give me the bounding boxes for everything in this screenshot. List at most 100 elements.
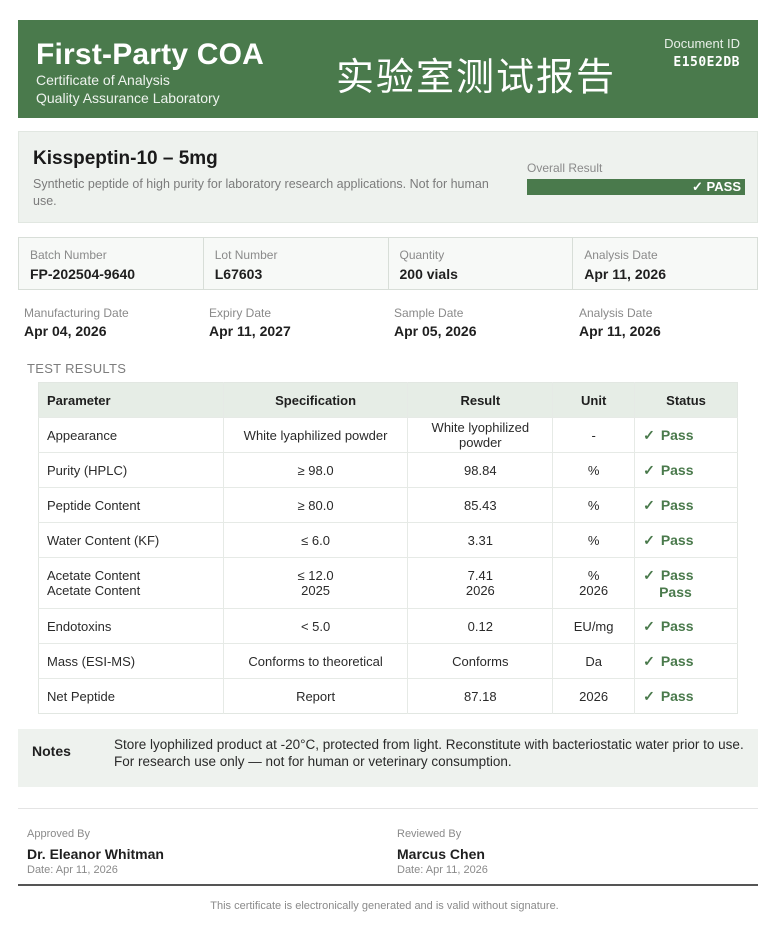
parameter-cell: Acetate Content Acetate Content <box>38 557 224 609</box>
unit-cell: - <box>552 417 636 453</box>
document-id: E150E2DB <box>673 55 740 70</box>
pass-status: ✓ Pass <box>643 653 693 669</box>
batch-info-grid: Batch Number FP-202504-9640 Lot Number L… <box>18 237 758 290</box>
table-row: Mass (ESI-MS) Conforms to theoretical Co… <box>38 643 738 679</box>
status-cell: ✓ Pass <box>634 417 738 453</box>
expiry-date-value: Apr 11, 2027 <box>209 323 291 339</box>
chinese-title: 实验室测试报告 <box>336 55 617 99</box>
check-icon: ✓ <box>643 687 655 704</box>
review-date: Date: Apr 11, 2026 <box>397 864 488 876</box>
table-row: Acetate Content Acetate Content ≤ 12.0 2… <box>38 557 738 609</box>
footer-note: This certificate is electronically gener… <box>210 900 559 912</box>
specification-cell: ≤ 12.0 2025 <box>223 557 409 609</box>
result-cell: White lyophilized powder <box>407 417 554 453</box>
product-name: Kisspeptin-10 – 5mg <box>33 148 218 169</box>
check-icon: ✓ <box>643 461 655 478</box>
manufacturing-date-cell: Manufacturing Date Apr 04, 2026 <box>18 300 203 346</box>
status-cell: ✓ Pass <box>634 487 738 523</box>
table-row: Appearance White lyaphilized powder Whit… <box>38 417 738 453</box>
pass-status: ✓ Pass <box>643 688 693 704</box>
brand-subtitle: Certificate of Analysis <box>36 72 170 88</box>
unit-cell: 2026 <box>552 678 636 714</box>
specification-cell: Conforms to theoretical <box>223 643 409 679</box>
pass-status-2: Pass <box>659 583 692 600</box>
analysis-date-value: Apr 11, 2026 <box>584 266 666 282</box>
manufacturing-date-value: Apr 04, 2026 <box>24 323 107 339</box>
result-cell: 98.84 <box>407 452 554 488</box>
quantity-value: 200 vials <box>399 266 458 282</box>
expiry-date-cell: Expiry Date Apr 11, 2027 <box>203 300 388 346</box>
result-cell: Conforms <box>407 643 554 679</box>
unit-line-2: 2026 <box>579 583 609 598</box>
footer-rule <box>18 884 758 886</box>
status-text: Pass <box>660 531 694 548</box>
sample-date-label: Sample Date <box>394 306 464 320</box>
expiry-date-label: Expiry Date <box>209 306 272 320</box>
notes-title: Notes <box>32 743 71 759</box>
unit-cell: % <box>552 452 636 488</box>
parameter-cell: Peptide Content <box>38 487 224 523</box>
coa-header: First-Party COA Certificate of Analysis … <box>18 20 758 118</box>
specification-cell: ≥ 98.0 <box>223 452 409 488</box>
lot-number-value: L67603 <box>214 266 263 282</box>
dates-row: Manufacturing Date Apr 04, 2026 Expiry D… <box>18 300 758 346</box>
status-text: Pass <box>660 426 694 443</box>
pass-status: ✓ Pass <box>643 462 693 478</box>
check-icon: ✓ <box>643 652 655 669</box>
parameter-cell: Purity (HPLC) <box>38 452 224 488</box>
analysis-date-label: Analysis Date <box>584 248 658 262</box>
unit-cell: EU/mg <box>552 608 636 644</box>
brand-title: First-Party COA <box>36 38 265 71</box>
pass-status: ✓ Pass <box>643 532 693 548</box>
status-text: Pass <box>660 566 694 583</box>
specification-cell: ≥ 80.0 <box>223 487 409 523</box>
table-row: Water Content (KF) ≤ 6.0 3.31 % ✓ Pass <box>38 522 738 558</box>
overall-result-label: Overall Result <box>527 161 603 175</box>
specification-line-1: ≤ 12.0 <box>297 568 334 583</box>
status-text: Pass <box>660 652 694 669</box>
test-results-title: TEST RESULTS <box>27 361 127 376</box>
analysis-date-cell: Analysis Date Apr 11, 2026 <box>573 238 757 289</box>
specification-cell: < 5.0 <box>223 608 409 644</box>
table-header-row: Parameter Specification Result Unit Stat… <box>38 382 738 418</box>
quantity-cell: Quantity 200 vials <box>389 238 574 289</box>
manufacturing-date-label: Manufacturing Date <box>24 306 129 320</box>
check-icon: ✓ <box>643 531 655 548</box>
status-text: Pass <box>660 496 694 513</box>
pass-status: ✓ Pass <box>643 497 693 513</box>
notes-box: Notes Store lyophilized product at -20°C… <box>18 729 758 787</box>
result-cell: 87.18 <box>407 678 554 714</box>
result-cell: 3.31 <box>407 522 554 558</box>
unit-cell: % <box>552 487 636 523</box>
batch-number-cell: Batch Number FP-202504-9640 <box>19 238 204 289</box>
sample-date-value: Apr 05, 2026 <box>394 323 477 339</box>
analysis-date-label-2: Analysis Date <box>579 306 653 320</box>
check-icon: ✓ <box>643 566 655 583</box>
quantity-label: Quantity <box>399 248 445 262</box>
reviewed-by-label: Reviewed By <box>397 828 462 840</box>
batch-number-label: Batch Number <box>30 248 107 262</box>
parameter-cell: Appearance <box>38 417 224 453</box>
specification-cell: Report <box>223 678 409 714</box>
status-cell: ✓ Pass Pass <box>634 557 738 609</box>
header-parameter: Parameter <box>38 382 224 418</box>
check-icon: ✓ <box>643 496 655 513</box>
sample-date-cell: Sample Date Apr 05, 2026 <box>388 300 573 346</box>
pass-status: ✓ Pass <box>643 427 693 443</box>
lot-number-cell: Lot Number L67603 <box>204 238 389 289</box>
product-description: Synthetic peptide of high purity for lab… <box>33 177 489 208</box>
notes-text: Store lyophilized product at -20°C, prot… <box>114 737 744 769</box>
analysis-date-cell-2: Analysis Date Apr 11, 2026 <box>573 300 758 346</box>
approved-by-block: Approved By Dr. Eleanor Whitman Date: Ap… <box>27 828 164 876</box>
parameter-cell: Water Content (KF) <box>38 522 224 558</box>
result-cell: 7.41 2026 <box>407 557 554 609</box>
approver-name: Dr. Eleanor Whitman <box>27 846 164 862</box>
specification-cell: White lyaphilized powder <box>223 417 409 453</box>
result-cell: 85.43 <box>407 487 554 523</box>
parameter-cell: Endotoxins <box>38 608 224 644</box>
header-result: Result <box>407 382 554 418</box>
status-cell: ✓ Pass <box>634 452 738 488</box>
unit-cell: Da <box>552 643 636 679</box>
header-specification: Specification <box>223 382 409 418</box>
parameter-cell: Mass (ESI-MS) <box>38 643 224 679</box>
